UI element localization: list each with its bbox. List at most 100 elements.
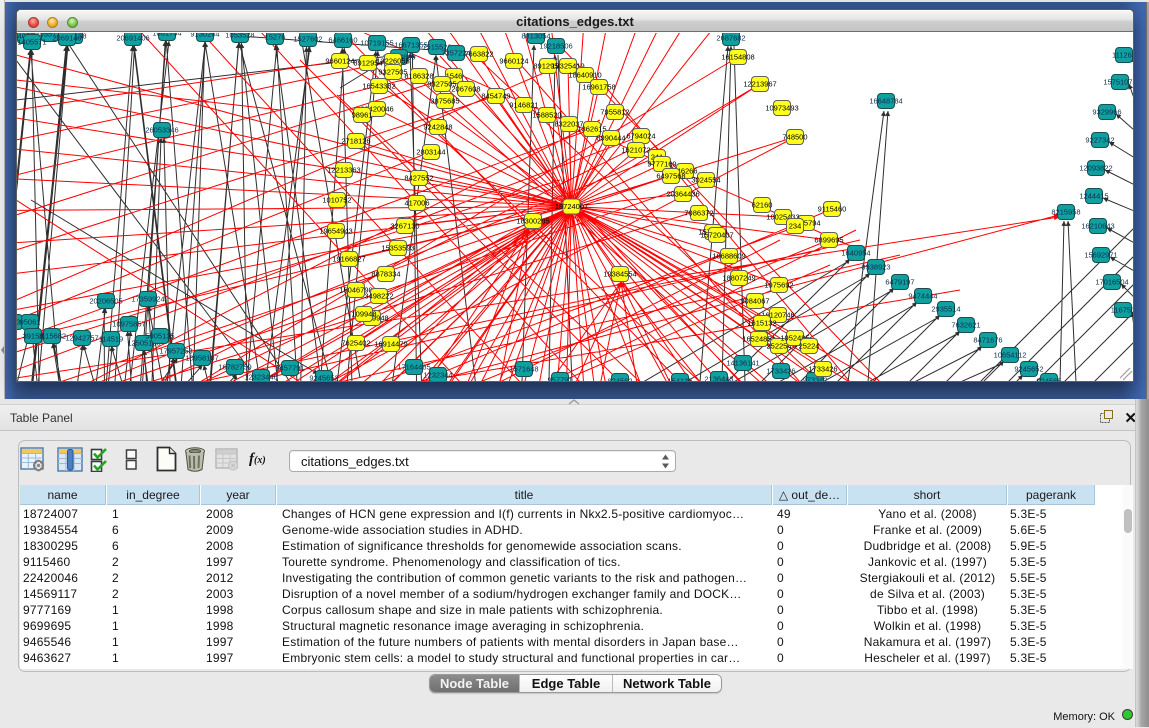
svg-text:924565: 924565 (1036, 376, 1061, 381)
svg-text:9084067: 9084067 (740, 296, 769, 305)
svg-text:9245652: 9245652 (309, 373, 338, 381)
svg-text:9146821: 9146821 (509, 100, 538, 109)
svg-text:1975692: 1975692 (764, 280, 793, 289)
svg-text:62160: 62160 (752, 200, 773, 209)
svg-text:1588520: 1588520 (532, 110, 561, 119)
svg-text:3267130: 3267130 (390, 221, 419, 230)
svg-text:116753: 116753 (1111, 305, 1133, 314)
svg-text:154136: 154136 (667, 376, 692, 381)
svg-text:9457791: 9457791 (275, 363, 304, 372)
svg-text:9474444: 9474444 (908, 291, 937, 300)
svg-text:18724007: 18724007 (555, 202, 588, 211)
svg-text:748500: 748500 (782, 132, 807, 141)
svg-text:2687682: 2687682 (716, 33, 745, 42)
svg-text:95061: 95061 (20, 317, 41, 326)
svg-text:20364436: 20364436 (666, 189, 699, 198)
svg-text:10958107: 10958107 (185, 353, 218, 362)
svg-text:3024554: 3024554 (691, 175, 720, 184)
svg-text:12213363: 12213363 (327, 165, 360, 174)
svg-text:16210643: 16210643 (1081, 221, 1114, 230)
svg-text:2069140: 2069140 (52, 33, 81, 42)
svg-text:1053528: 1053528 (225, 33, 254, 39)
svg-text:1115682: 1115682 (38, 331, 66, 340)
svg-text:5905135: 5905135 (145, 331, 174, 340)
svg-text:18807249: 18807249 (722, 273, 755, 282)
svg-text:3498222: 3498222 (364, 291, 393, 300)
svg-text:10975857: 10975857 (112, 319, 145, 328)
svg-text:8215958: 8215958 (1051, 207, 1080, 216)
svg-text:1733426: 1733426 (766, 366, 795, 375)
svg-text:2935514: 2935514 (931, 304, 960, 313)
svg-text:26053346: 26053346 (145, 125, 178, 134)
svg-text:9660124: 9660124 (499, 56, 528, 65)
svg-text:13226058: 13226058 (376, 56, 409, 65)
svg-text:6466160: 6466160 (328, 35, 357, 44)
svg-text:417006: 417006 (404, 198, 429, 207)
svg-text:1861734: 1861734 (152, 33, 181, 37)
svg-text:6497568: 6497568 (656, 171, 685, 180)
svg-text:6479197: 6479197 (885, 277, 914, 286)
svg-text:7955812: 7955812 (600, 107, 629, 116)
svg-text:9329966: 9329966 (1092, 107, 1121, 116)
svg-text:9115460: 9115460 (818, 204, 847, 213)
svg-text:2136443: 2136443 (704, 374, 733, 381)
svg-text:8471676: 8471676 (973, 335, 1002, 344)
svg-text:824562: 824562 (607, 376, 632, 381)
svg-text:8813054: 8813054 (521, 33, 550, 40)
svg-text:16648784: 16648784 (869, 96, 902, 105)
svg-text:15692971: 15692971 (1084, 250, 1117, 259)
svg-text:20206505: 20206505 (89, 296, 122, 305)
svg-text:1232344: 1232344 (423, 370, 452, 379)
svg-text:1405571: 1405571 (17, 37, 46, 46)
svg-text:8938923: 8938923 (861, 262, 890, 271)
svg-text:1244415: 1244415 (1079, 191, 1108, 200)
svg-text:16914479: 16914479 (374, 339, 407, 348)
svg-text:1010752: 1010752 (322, 195, 351, 204)
svg-text:10973493: 10973493 (765, 103, 798, 112)
svg-text:14136141: 14136141 (726, 358, 759, 367)
svg-text:9327505: 9327505 (378, 67, 407, 76)
svg-text:16154808: 16154808 (721, 52, 754, 61)
svg-text:2067608: 2067608 (451, 84, 480, 93)
svg-text:8454749: 8454749 (481, 91, 510, 100)
svg-text:19384554: 19384554 (603, 269, 636, 278)
svg-text:957791: 957791 (547, 375, 572, 381)
svg-text:1362615: 1362615 (577, 124, 606, 133)
svg-text:7632621: 7632621 (951, 320, 980, 329)
svg-text:1640954: 1640954 (841, 248, 870, 257)
svg-text:7625402: 7625402 (341, 338, 370, 347)
svg-text:19166827: 19166827 (332, 254, 365, 263)
svg-text:10654112: 10654112 (994, 350, 1027, 359)
svg-text:17359924: 17359924 (131, 294, 164, 303)
svg-text:2803144: 2803144 (416, 147, 445, 156)
svg-text:9130264: 9130264 (190, 33, 219, 38)
svg-text:18300295: 18300295 (516, 216, 549, 225)
svg-text:16782759: 16782759 (218, 362, 251, 371)
svg-text:16961758: 16961758 (582, 82, 615, 91)
svg-text:7986372: 7986372 (684, 208, 713, 217)
svg-text:15751074: 15751074 (1103, 77, 1133, 86)
svg-text:1527602: 1527602 (293, 34, 322, 43)
svg-text:1733426: 1733426 (808, 364, 837, 373)
svg-text:9660124: 9660124 (325, 56, 354, 65)
svg-text:1615132: 1615132 (747, 318, 776, 327)
svg-text:17016504: 17016504 (1095, 277, 1128, 286)
svg-text:2718126: 2718126 (341, 136, 370, 145)
svg-text:10719155: 10719155 (360, 38, 393, 47)
svg-text:20691406: 20691406 (116, 33, 149, 42)
svg-text:1621072: 1621072 (621, 145, 650, 154)
svg-text:19218506: 19218506 (539, 41, 572, 50)
svg-text:8990444: 8990444 (596, 133, 625, 142)
svg-text:8878334: 8878334 (371, 269, 400, 278)
svg-text:25224: 25224 (799, 341, 820, 350)
svg-text:9227342: 9227342 (1085, 135, 1114, 144)
svg-text:8427552: 8427552 (404, 173, 433, 182)
svg-text:10688609: 10688609 (712, 251, 745, 260)
svg-text:6794024: 6794024 (626, 131, 655, 140)
svg-text:19654943: 19654943 (319, 226, 352, 235)
svg-text:1571648: 1571648 (509, 364, 538, 373)
svg-text:15276: 15276 (265, 33, 286, 41)
svg-text:6899695: 6899695 (814, 235, 843, 244)
svg-text:12213967: 12213967 (743, 79, 776, 88)
svg-text:9242848: 9242848 (423, 122, 452, 131)
